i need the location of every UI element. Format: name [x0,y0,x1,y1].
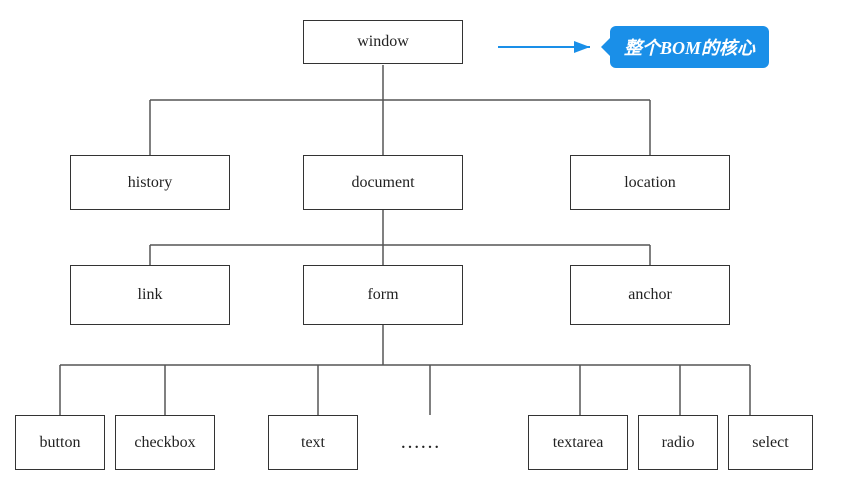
node-textarea: textarea [528,415,628,470]
node-link: link [70,265,230,325]
node-location: location [570,155,730,210]
node-ellipsis: …… [375,415,465,470]
node-checkbox: checkbox [115,415,215,470]
node-anchor: anchor [570,265,730,325]
node-button: button [15,415,105,470]
node-document: document [303,155,463,210]
bom-diagram: window history document location link fo… [0,0,867,500]
node-form: form [303,265,463,325]
callout-bom: 整个BOM的核心 [610,26,769,68]
node-text: text [268,415,358,470]
node-window: window [303,20,463,64]
node-select: select [728,415,813,470]
node-radio: radio [638,415,718,470]
node-history: history [70,155,230,210]
